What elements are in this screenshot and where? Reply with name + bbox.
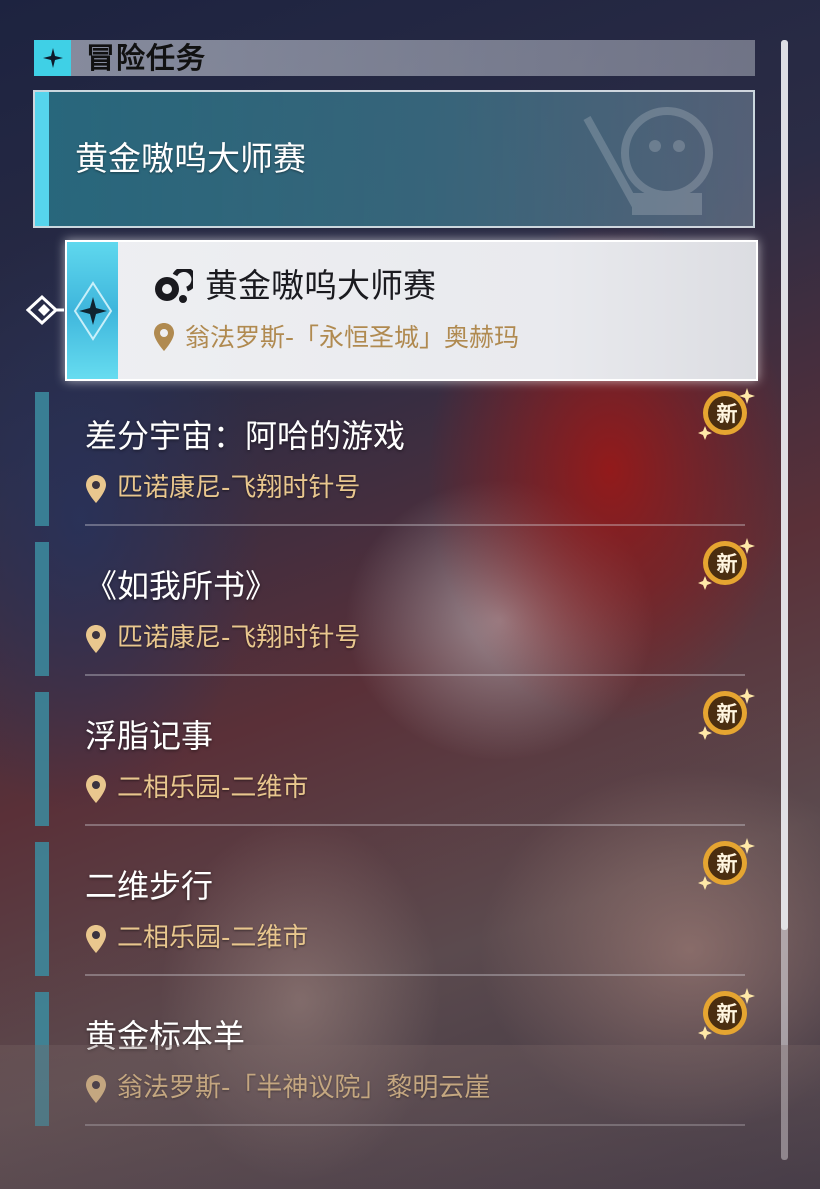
quest-type-icon <box>155 269 193 303</box>
quest-location: 翁法罗斯-「半神议院」黎明云崖 <box>117 1073 491 1103</box>
quest-list-item[interactable]: 《如我所书》 匹诺康尼-飞翔时针号 新 <box>35 538 755 678</box>
quest-location: 匹诺康尼-飞翔时针号 <box>117 623 361 653</box>
quest-location: 二相乐园-二维市 <box>117 773 309 803</box>
emblem-watermark-icon <box>583 107 713 215</box>
location-pin-icon <box>86 475 106 503</box>
location-pin-icon <box>86 925 106 953</box>
new-badge-label: 新 <box>716 402 738 426</box>
quest-group-card[interactable]: 黄金嗷呜大师赛 <box>33 90 755 228</box>
location-pin-icon <box>154 323 174 351</box>
divider <box>85 524 745 526</box>
selected-side-strip <box>67 242 118 379</box>
new-badge: 新 <box>695 986 757 1042</box>
section-header: 冒险任务 <box>34 40 755 76</box>
divider <box>85 824 745 826</box>
group-accent-bar <box>35 92 49 226</box>
quest-title: 浮脂记事 <box>85 717 214 755</box>
selected-quest-card[interactable]: 黄金嗷呜大师赛 翁法罗斯-「永恒圣城」奥赫玛 <box>65 240 758 381</box>
location-pin-icon <box>86 1075 106 1103</box>
divider <box>85 974 745 976</box>
section-title: 冒险任务 <box>86 41 207 75</box>
new-badge: 新 <box>695 686 757 742</box>
quest-location: 匹诺康尼-飞翔时针号 <box>117 473 361 503</box>
location-pin-icon <box>86 775 106 803</box>
new-badge-label: 新 <box>716 852 738 876</box>
new-badge: 新 <box>695 386 757 442</box>
quest-list-item[interactable]: 浮脂记事 二相乐园-二维市 新 <box>35 688 755 828</box>
quest-title: 《如我所书》 <box>85 567 278 605</box>
scrollbar-thumb[interactable] <box>781 40 788 930</box>
new-badge-label: 新 <box>716 552 738 576</box>
divider <box>85 674 745 676</box>
new-badge: 新 <box>695 836 757 892</box>
quest-title: 差分宇宙：阿哈的游戏 <box>85 417 406 455</box>
quest-location: 二相乐园-二维市 <box>117 923 309 953</box>
quest-title: 黄金标本羊 <box>85 1017 246 1055</box>
selected-quest-location: 翁法罗斯-「永恒圣城」奥赫玛 <box>185 323 520 352</box>
location-pin-icon <box>86 625 106 653</box>
diamond-star-icon <box>73 280 112 341</box>
quest-list-item[interactable]: 二维步行 二相乐园-二维市 新 <box>35 838 755 978</box>
new-badge-label: 新 <box>716 702 738 726</box>
quest-list-item[interactable]: 差分宇宙：阿哈的游戏 匹诺康尼-飞翔时针号 新 <box>35 388 755 528</box>
new-badge: 新 <box>695 536 757 592</box>
selected-quest-title: 黄金嗷呜大师赛 <box>205 266 436 305</box>
scrollbar[interactable] <box>781 40 788 1160</box>
selection-pointer-icon <box>26 294 64 326</box>
quest-list-item[interactable]: 黄金标本羊 翁法罗斯-「半神议院」黎明云崖 新 <box>35 988 755 1128</box>
new-badge-label: 新 <box>716 1002 738 1026</box>
diamond-star-icon <box>34 40 71 76</box>
group-title: 黄金嗷呜大师赛 <box>75 139 306 178</box>
divider <box>85 1124 745 1126</box>
quest-title: 二维步行 <box>85 867 214 905</box>
quest-panel: 冒险任务 黄金嗷呜大师赛 黄金嗷呜大师赛 翁法罗斯-「永恒圣城」奥赫玛 差分宇宙… <box>0 0 820 1189</box>
